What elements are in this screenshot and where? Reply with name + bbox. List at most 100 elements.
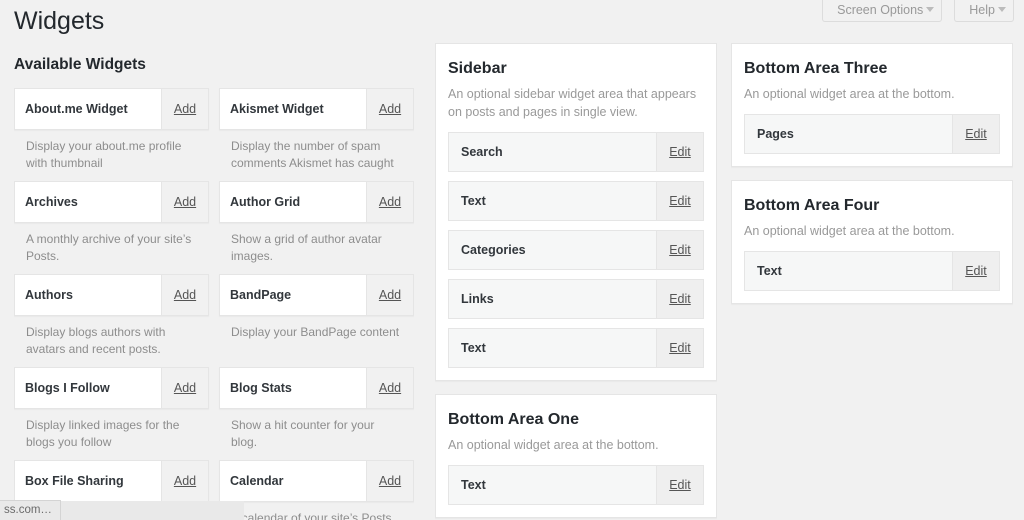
available-widget-name: Box File Sharing: [15, 461, 161, 501]
available-widget-cell: Blogs I Follow Add Display linked images f…: [14, 367, 209, 460]
middle-sidebar-column: Sidebar An optional sidebar widget area t…: [435, 43, 717, 520]
add-widget-button[interactable]: Add: [366, 368, 413, 408]
available-widget-card[interactable]: BandPage Add: [219, 274, 414, 316]
available-widget-card[interactable]: Box File Sharing Add: [14, 460, 209, 502]
available-widget-description: Display your BandPage content: [231, 325, 400, 339]
chevron-down-icon: [926, 7, 935, 12]
widget-area-list: Text Edit: [448, 465, 704, 505]
edit-widget-button[interactable]: Edit: [952, 115, 999, 153]
browser-status-bar: ss.com…: [0, 500, 61, 520]
assigned-widget-name: Search: [461, 145, 503, 159]
available-widget-cell: Authors Add Display blogs authors with ava…: [14, 274, 209, 367]
available-widget-card[interactable]: Blogs I Follow Add: [14, 367, 209, 409]
add-widget-button[interactable]: Add: [161, 182, 208, 222]
available-widget-card[interactable]: Author Grid Add: [219, 181, 414, 223]
available-widgets-grid: About.me Widget Add Display your about.me …: [14, 88, 414, 520]
help-label: Help: [969, 3, 995, 17]
available-widget-name: BandPage: [220, 275, 366, 315]
screen-options-button[interactable]: Screen Options: [822, 0, 943, 22]
add-widget-button[interactable]: Add: [366, 182, 413, 222]
edit-widget-button[interactable]: Edit: [952, 252, 999, 290]
screen-meta-links: Screen Options Help: [822, 0, 1014, 22]
add-widget-button[interactable]: Add: [161, 275, 208, 315]
available-widget-name: Akismet Widget: [220, 89, 366, 129]
assigned-widget-name: Pages: [757, 127, 794, 141]
available-widget-name: About.me Widget: [15, 89, 161, 129]
assigned-widget-name: Text: [461, 478, 486, 492]
right-sidebar-column: Bottom Area Three An optional widget area…: [731, 43, 1013, 520]
widget-area-panel: Bottom Area Three An optional widget area…: [731, 43, 1013, 167]
widget-area-description: An optional widget area at the bottom.: [448, 438, 659, 452]
available-widget-description: Show a hit counter for your blog.: [231, 418, 375, 449]
widget-area-title: Sidebar: [448, 60, 507, 77]
add-widget-button[interactable]: Add: [366, 89, 413, 129]
edit-widget-button[interactable]: Edit: [656, 231, 703, 269]
available-widget-description: A calendar of your site’s Posts.: [231, 511, 395, 520]
available-widget-cell: BandPage Add Display your BandPage content: [219, 274, 414, 367]
assigned-widget-name: Links: [461, 292, 494, 306]
assigned-widget-name: Text: [461, 194, 486, 208]
add-widget-button[interactable]: Add: [161, 461, 208, 501]
widget-area-title: Bottom Area Four: [744, 197, 880, 214]
widget-area-description: An optional widget area at the bottom.: [744, 87, 955, 101]
available-widget-cell: Blog Stats Add Show a hit counter for your…: [219, 367, 414, 460]
available-widget-name: Author Grid: [220, 182, 366, 222]
page-title: Widgets: [14, 7, 105, 35]
available-widget-description: Display your about.me profile with thumb…: [26, 139, 182, 170]
assigned-widget-row[interactable]: Text Edit: [448, 181, 704, 221]
available-widget-card[interactable]: Blog Stats Add: [219, 367, 414, 409]
widget-area-list: Text Edit: [744, 251, 1000, 291]
add-widget-button[interactable]: Add: [366, 275, 413, 315]
add-widget-button[interactable]: Add: [161, 368, 208, 408]
available-widget-cell: Archives Add A monthly archive of your sit…: [14, 181, 209, 274]
available-widget-name: Archives: [15, 182, 161, 222]
available-widgets-heading: Available Widgets: [14, 56, 146, 73]
available-widget-description: Display linked images for the blogs you …: [26, 418, 180, 449]
widget-area-panel: Sidebar An optional sidebar widget area t…: [435, 43, 717, 381]
edit-widget-button[interactable]: Edit: [656, 466, 703, 504]
available-widget-name: Calendar: [220, 461, 366, 501]
edit-widget-button[interactable]: Edit: [656, 182, 703, 220]
available-widget-name: Blogs I Follow: [15, 368, 161, 408]
available-widget-name: Blog Stats: [220, 368, 366, 408]
available-widget-card[interactable]: Calendar Add: [219, 460, 414, 502]
widget-area-list: Pages Edit: [744, 114, 1000, 154]
chevron-down-icon: [998, 7, 1006, 12]
widget-area-title: Bottom Area Three: [744, 60, 888, 77]
assigned-widget-row[interactable]: Pages Edit: [744, 114, 1000, 154]
assigned-widget-name: Text: [757, 264, 782, 278]
assigned-widget-row[interactable]: Text Edit: [744, 251, 1000, 291]
widget-area-description: An optional widget area at the bottom.: [744, 224, 955, 238]
available-widget-description: A monthly archive of your site’s Posts.: [26, 232, 192, 263]
assigned-widget-name: Categories: [461, 243, 526, 257]
widget-area-description: An optional sidebar widget area that app…: [448, 87, 697, 119]
assigned-widget-row[interactable]: Links Edit: [448, 279, 704, 319]
assigned-widget-row[interactable]: Search Edit: [448, 132, 704, 172]
edit-widget-button[interactable]: Edit: [656, 133, 703, 171]
add-widget-button[interactable]: Add: [366, 461, 413, 501]
assigned-widget-row[interactable]: Text Edit: [448, 328, 704, 368]
help-button[interactable]: Help: [954, 0, 1014, 22]
available-widget-cell: Calendar Add A calendar of your site’s Pos…: [219, 460, 414, 520]
available-widget-card[interactable]: Authors Add: [14, 274, 209, 316]
assigned-widget-row[interactable]: Categories Edit: [448, 230, 704, 270]
available-widget-card[interactable]: Archives Add: [14, 181, 209, 223]
widget-area-panel: Bottom Area Four An optional widget area …: [731, 180, 1013, 304]
available-widget-cell: Author Grid Add Show a grid of author avat…: [219, 181, 414, 274]
available-widget-cell: About.me Widget Add Display your about.me …: [14, 88, 209, 181]
available-widget-cell: Akismet Widget Add Display the number of s…: [219, 88, 414, 181]
available-widget-description: Display the number of spam comments Akis…: [231, 139, 394, 170]
available-widgets-column: About.me Widget Add Display your about.me …: [14, 88, 414, 520]
available-widget-card[interactable]: About.me Widget Add: [14, 88, 209, 130]
available-widget-name: Authors: [15, 275, 161, 315]
edit-widget-button[interactable]: Edit: [656, 329, 703, 367]
widget-area-title: Bottom Area One: [448, 411, 579, 428]
edit-widget-button[interactable]: Edit: [656, 280, 703, 318]
assigned-widget-row[interactable]: Text Edit: [448, 465, 704, 505]
widget-area-list: Search Edit Text Edit Categories Edit Links Edi…: [448, 132, 704, 368]
available-widget-card[interactable]: Akismet Widget Add: [219, 88, 414, 130]
assigned-widget-name: Text: [461, 341, 486, 355]
screen-options-label: Screen Options: [837, 3, 924, 17]
available-widget-description: Show a grid of author avatar images.: [231, 232, 382, 263]
add-widget-button[interactable]: Add: [161, 89, 208, 129]
